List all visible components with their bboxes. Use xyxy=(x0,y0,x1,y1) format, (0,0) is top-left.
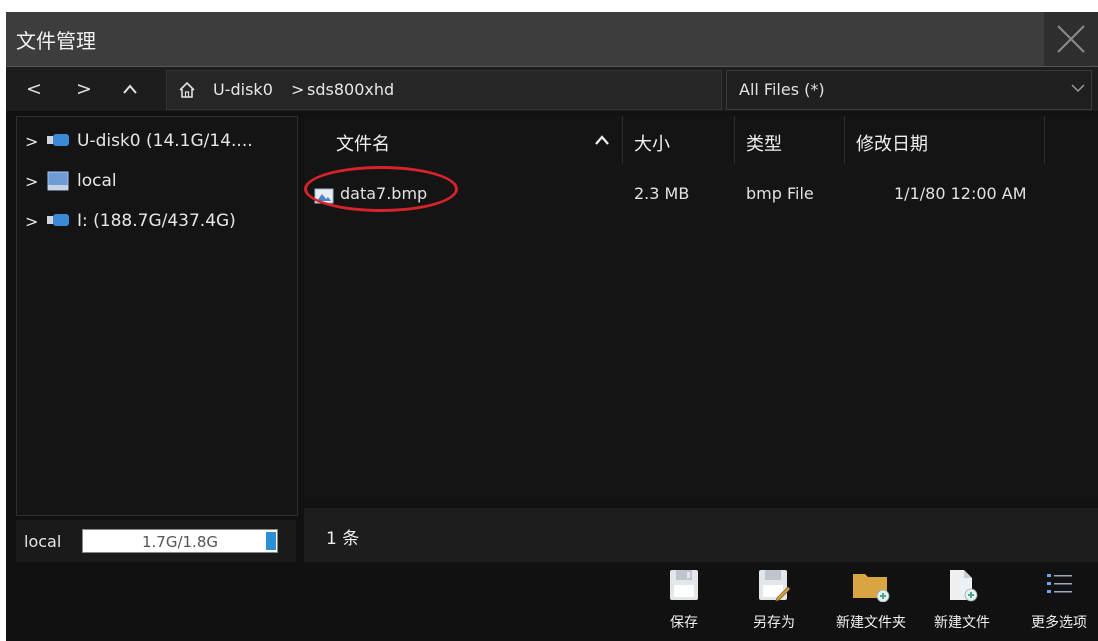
save-as-label: 另存为 xyxy=(753,615,795,631)
bottom-toolbar: 保存 另存为 新建文件夹 新建文件 更多选项 xyxy=(6,562,1098,641)
column-header-modified[interactable]: 修改日期 xyxy=(856,130,928,156)
disk-label: local xyxy=(24,532,62,551)
new-folder-button[interactable]: 新建文件夹 xyxy=(828,568,914,632)
chevron-right-icon[interactable]: > xyxy=(25,132,38,151)
save-button[interactable]: 保存 xyxy=(656,568,712,632)
tree-item-label: local xyxy=(77,171,117,191)
column-header-size[interactable]: 大小 xyxy=(634,130,670,156)
new-file-label: 新建文件 xyxy=(934,615,990,631)
save-label: 保存 xyxy=(670,615,698,631)
usb-drive-icon xyxy=(47,214,69,226)
item-count: 1 条 xyxy=(326,529,360,549)
column-divider xyxy=(844,116,845,164)
new-folder-label: 新建文件夹 xyxy=(836,615,906,631)
column-header-type[interactable]: 类型 xyxy=(746,130,782,156)
home-icon[interactable] xyxy=(177,80,197,100)
tree-item-label: I: (188.7G/437.4G) xyxy=(77,211,236,231)
file-type-filter[interactable]: All Files (*) xyxy=(726,70,1092,110)
window-title: 文件管理 xyxy=(16,29,96,53)
breadcrumb-separator: > xyxy=(291,80,305,99)
new-file-button[interactable]: 新建文件 xyxy=(926,568,998,632)
folder-tree: > U-disk0 (14.1G/14.... > local > I: (18… xyxy=(16,116,298,516)
new-file-icon xyxy=(950,570,978,602)
chevron-up-icon xyxy=(123,84,137,94)
chevron-right-icon[interactable]: > xyxy=(25,212,38,231)
title-bar: 文件管理 xyxy=(6,12,1098,67)
filter-value: All Files (*) xyxy=(739,80,825,99)
file-list: 文件名 大小 类型 修改日期 data7.bmp 2.3 MB bmp File… xyxy=(304,116,1098,500)
path-bar[interactable]: U-disk0 > sds800xhd xyxy=(166,70,722,110)
column-header-name[interactable]: 文件名 xyxy=(336,130,390,156)
tree-item-local[interactable]: > local xyxy=(25,169,289,197)
annotation-circle xyxy=(304,166,458,212)
disk-usage-text: 1.7G/1.8G xyxy=(141,533,218,551)
new-folder-icon xyxy=(853,574,890,603)
close-button[interactable] xyxy=(1044,12,1098,66)
column-divider xyxy=(622,116,623,164)
sort-ascending-icon[interactable] xyxy=(594,134,610,146)
close-icon xyxy=(1057,25,1085,53)
save-as-button[interactable]: 另存为 xyxy=(744,568,804,632)
usb-drive-icon xyxy=(47,134,69,146)
tree-item-drive-i[interactable]: > I: (188.7G/437.4G) xyxy=(25,209,289,237)
file-manager-window: 文件管理 < > U-disk0 > sds800xhd All Files (… xyxy=(6,12,1098,641)
column-divider xyxy=(1044,116,1045,164)
file-size: 2.3 MB xyxy=(634,184,690,203)
file-type: bmp File xyxy=(746,184,814,203)
disk-usage-bar: 1.7G/1.8G xyxy=(82,529,278,553)
tree-item-udisk0[interactable]: > U-disk0 (14.1G/14.... xyxy=(25,129,289,157)
save-icon xyxy=(670,570,698,600)
column-divider xyxy=(734,116,735,164)
navigation-bar: < > U-disk0 > sds800xhd All Files (*) xyxy=(6,67,1098,111)
tree-item-label: U-disk0 (14.1G/14.... xyxy=(77,131,253,151)
disk-usage-panel: local 1.7G/1.8G xyxy=(16,520,296,562)
back-button[interactable]: < xyxy=(22,77,46,101)
item-count-bar: 1 条 xyxy=(304,508,1098,562)
more-options-label: 更多选项 xyxy=(1031,615,1087,631)
forward-button[interactable]: > xyxy=(72,77,96,101)
more-options-icon xyxy=(1047,574,1072,593)
chevron-right-icon[interactable]: > xyxy=(25,172,38,191)
file-modified: 1/1/80 12:00 AM xyxy=(894,184,1027,203)
local-disk-icon xyxy=(47,171,69,191)
breadcrumb-sds800xhd[interactable]: sds800xhd xyxy=(307,80,394,99)
chevron-down-icon xyxy=(1071,84,1085,93)
up-button[interactable] xyxy=(118,77,142,101)
breadcrumb-udisk0[interactable]: U-disk0 xyxy=(213,80,273,99)
save-as-icon xyxy=(759,570,791,602)
more-options-button[interactable]: 更多选项 xyxy=(1024,568,1094,632)
